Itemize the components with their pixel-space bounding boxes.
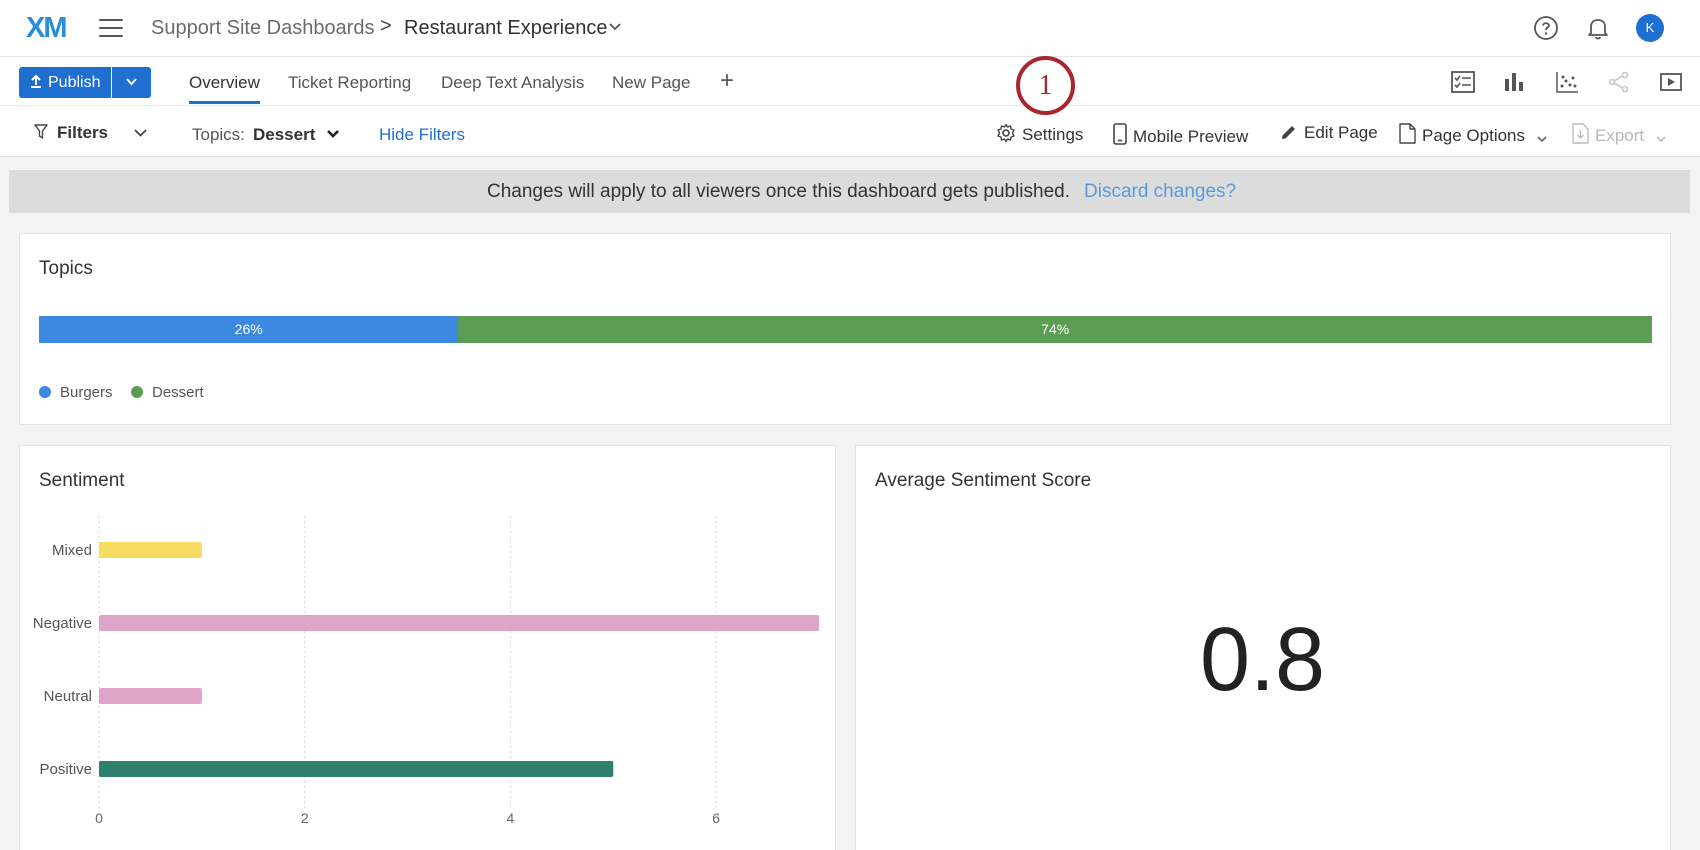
help-icon[interactable] [1533, 15, 1559, 41]
publish-button[interactable]: Publish [19, 67, 111, 98]
topics-bar-segment[interactable]: 74% [458, 316, 1652, 343]
document-icon [1399, 123, 1416, 144]
hide-filters-link[interactable]: Hide Filters [379, 125, 465, 145]
publish-label: Publish [48, 74, 101, 91]
filter-icon[interactable] [34, 124, 48, 140]
add-page-icon[interactable]: + [720, 67, 734, 95]
gear-icon [997, 123, 1015, 143]
legend-item[interactable]: Burgers [39, 384, 113, 401]
tab-ticket-reporting[interactable]: Ticket Reporting [288, 73, 411, 93]
chevron-down-icon[interactable] [133, 128, 148, 138]
y-category-label: Negative [33, 615, 92, 632]
widget-title: Average Sentiment Score [875, 470, 1092, 491]
mobile-preview-button[interactable]: Mobile Preview [1113, 120, 1248, 147]
active-tab-indicator [189, 101, 260, 104]
settings-button[interactable]: Settings [996, 120, 1083, 145]
hamburger-menu-icon[interactable] [99, 19, 123, 37]
topics-widget[interactable]: Topics 26% 74% Burgers Dessert [19, 233, 1671, 425]
chevron-down-icon [1537, 136, 1547, 143]
scatter-chart-icon[interactable] [1554, 69, 1580, 95]
topics-stacked-bar: 26% 74% [39, 316, 1652, 343]
banner-message: Changes will apply to all viewers once t… [487, 181, 1071, 202]
edit-page-button[interactable]: Edit Page [1280, 120, 1378, 143]
page-options-label: Page Options [1422, 126, 1526, 145]
y-category-label: Neutral [44, 688, 92, 705]
chevron-down-icon[interactable] [326, 129, 340, 139]
breadcrumb-current[interactable]: Restaurant Experience [404, 17, 607, 40]
export-button[interactable]: Export [1572, 120, 1667, 146]
checklist-icon[interactable] [1450, 69, 1476, 95]
legend-dot [39, 386, 51, 398]
tab-deep-text-analysis[interactable]: Deep Text Analysis [441, 73, 584, 93]
sentiment-bar[interactable] [99, 615, 819, 631]
topics-bar-segment[interactable]: 26% [39, 316, 459, 343]
x-tick-label: 4 [507, 810, 515, 826]
pencil-icon [1282, 126, 1295, 139]
avatar[interactable]: K [1636, 14, 1664, 42]
xm-logo[interactable]: XM [26, 12, 67, 45]
bar-chart-icon[interactable] [1501, 69, 1527, 95]
publish-dropdown-button[interactable] [112, 67, 151, 98]
legend-label: Burgers [60, 384, 113, 401]
legend-item[interactable]: Dessert [131, 384, 204, 401]
filters-button[interactable]: Filters [57, 123, 108, 143]
breadcrumb-parent[interactable]: Support Site Dashboards [151, 17, 374, 40]
chevron-down-icon [126, 78, 137, 86]
sentiment-bar-chart: 0 2 4 6 Mixed Negative Neutral Positive [33, 516, 819, 826]
page-options-button[interactable]: Page Options [1399, 120, 1548, 146]
legend-dot [131, 386, 143, 398]
unpublished-changes-banner: Changes will apply to all viewers once t… [9, 170, 1690, 213]
x-tick-label: 0 [95, 810, 103, 826]
chevron-down-icon[interactable] [608, 22, 622, 32]
present-icon[interactable] [1658, 69, 1684, 95]
average-sentiment-value: 0.8 [1199, 610, 1326, 710]
edit-page-label: Edit Page [1304, 123, 1378, 142]
mobile-preview-label: Mobile Preview [1133, 127, 1249, 146]
widget-title: Topics [39, 258, 93, 279]
settings-label: Settings [1022, 125, 1084, 144]
tab-bar: Publish Overview Ticket Reporting Deep T… [0, 57, 1700, 106]
sentiment-bar[interactable] [99, 761, 614, 777]
discard-changes-link[interactable]: Discard changes? [1084, 181, 1236, 203]
export-icon [1572, 123, 1589, 144]
filter-bar: Filters Topics: Dessert Hide Filters Set… [0, 106, 1700, 157]
average-sentiment-widget[interactable]: Average Sentiment Score 0.8 [855, 445, 1671, 850]
top-bar: XM Support Site Dashboards > Restaurant … [0, 0, 1700, 57]
breadcrumb-separator: > [380, 15, 392, 37]
topics-filter-value[interactable]: Dessert [253, 125, 315, 145]
x-tick-label: 6 [712, 810, 720, 826]
tab-overview[interactable]: Overview [189, 73, 260, 93]
sentiment-bar[interactable] [99, 542, 202, 558]
share-icon [1608, 71, 1629, 93]
legend-label: Dessert [152, 384, 204, 401]
export-label: Export [1595, 126, 1645, 145]
mobile-phone-icon [1113, 123, 1127, 145]
y-category-label: Mixed [52, 542, 92, 559]
sentiment-widget[interactable]: Sentiment 0 2 4 6 Mixed Negative Neutral Positi… [19, 445, 836, 850]
y-category-label: Positive [39, 761, 92, 778]
bell-icon[interactable] [1585, 15, 1611, 41]
step-callout-badge: 1 [1016, 56, 1075, 115]
chevron-down-icon [1656, 136, 1666, 143]
tab-new-page[interactable]: New Page [612, 73, 690, 93]
sentiment-bar[interactable] [99, 688, 202, 704]
x-tick-label: 2 [301, 810, 309, 826]
upload-icon [31, 75, 41, 88]
topics-filter-label: Topics: [192, 125, 245, 144]
